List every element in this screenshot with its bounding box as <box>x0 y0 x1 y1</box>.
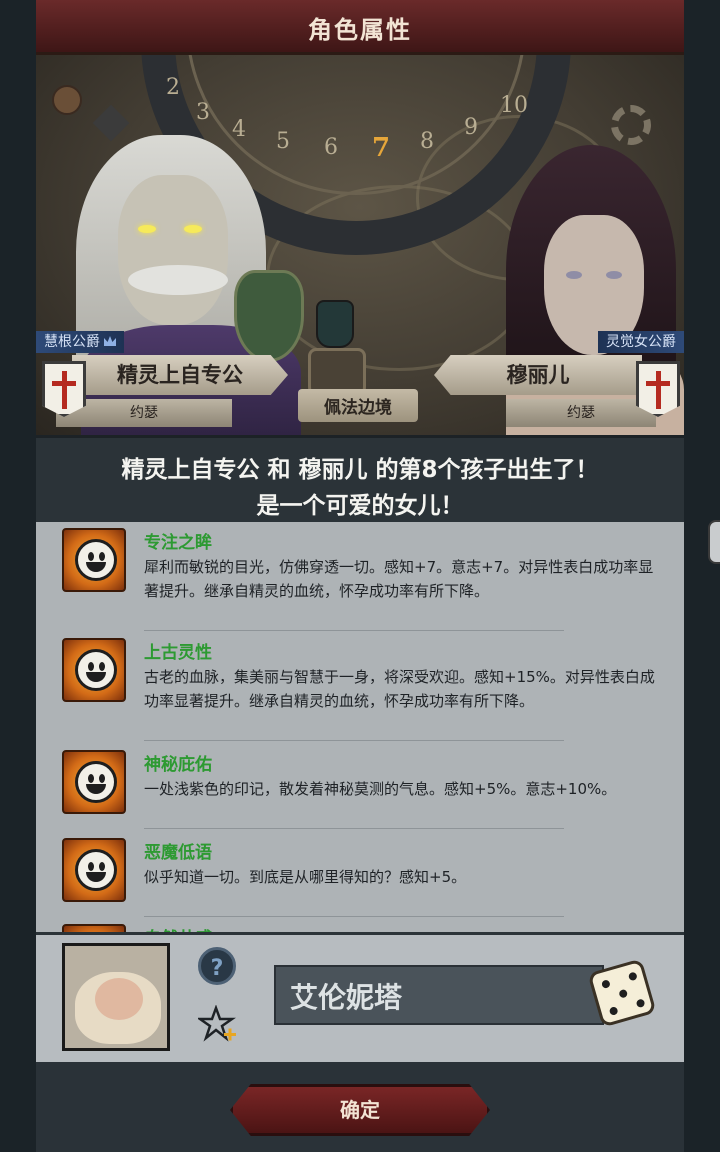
child-panel: ? <box>36 932 684 1063</box>
trait-icon <box>62 638 126 702</box>
mother-name: 穆丽儿 <box>506 363 570 387</box>
edge-tab[interactable] <box>708 520 720 564</box>
page-title: 角色属性 <box>308 16 412 44</box>
dial-number: 8 <box>420 129 434 154</box>
mother-title: 灵觉女公爵 <box>606 334 676 350</box>
trait-description: 犀利而敏锐的目光，仿佛穿透一切。感知+7。意志+7。对异性表白成功率显著提升。继… <box>144 558 654 600</box>
father-eye <box>184 225 202 233</box>
child-name-field[interactable] <box>274 965 604 1025</box>
child-portrait[interactable] <box>62 943 170 1051</box>
mother-title-tag: 灵觉女公爵 <box>598 331 684 353</box>
trait-description: 似乎知道一切。到底是从哪里得知的？感知+5。 <box>144 868 467 886</box>
dial-number: 3 <box>196 100 210 125</box>
trait-description: 一处浅紫色的印记，散发着神秘莫测的气息。感知+5%。意志+10%。 <box>144 780 617 798</box>
trait-name: 恶魔低语 <box>144 843 212 863</box>
dial-number: 10 <box>500 93 528 118</box>
gear-icon[interactable] <box>611 105 651 145</box>
region-name: 佩法边境 <box>298 389 418 422</box>
star-add-icon[interactable] <box>198 1005 238 1045</box>
divider <box>144 828 564 829</box>
father-name: 精灵上自专公 <box>117 363 243 387</box>
help-icon[interactable]: ? <box>198 947 236 985</box>
helm-icon <box>316 300 354 348</box>
dial-number: 4 <box>232 117 246 142</box>
cross-flag-icon <box>636 361 680 417</box>
smile-icon <box>75 649 117 691</box>
cross-flag-icon <box>42 361 86 417</box>
trait-icon <box>62 838 126 902</box>
trait-name: 神秘庇佑 <box>144 755 212 775</box>
dial-number: 5 <box>276 129 290 154</box>
baby-face <box>95 978 143 1020</box>
father-title: 慧根公爵 <box>44 334 100 350</box>
title-bar: 角色属性 <box>36 0 684 55</box>
character-window: 角色属性 2 3 4 5 6 7 8 9 10 慧根公爵 灵觉女公爵 精灵上自专… <box>36 0 684 1152</box>
announcement-line2: 是一个可爱的女儿！ <box>256 493 464 519</box>
birth-announcement: 精灵上自专公 和 穆丽儿 的第8个孩子出生了！ 是一个可爱的女儿！ <box>36 435 684 527</box>
child-name-input[interactable] <box>288 975 592 1017</box>
parents-scene: 2 3 4 5 6 7 8 9 10 慧根公爵 灵觉女公爵 精灵上自专公 穆丽儿… <box>36 55 684 435</box>
smile-icon <box>75 761 117 803</box>
mother-faith: 约瑟 <box>506 399 656 427</box>
father-name-banner[interactable]: 精灵上自专公 <box>72 355 288 395</box>
trait-icon <box>62 924 126 932</box>
mother-name-banner[interactable]: 穆丽儿 <box>434 355 642 395</box>
trait-name: 专注之眸 <box>144 533 212 553</box>
crown-icon <box>104 336 116 346</box>
mother-eye <box>606 271 622 279</box>
mother-eye <box>566 271 582 279</box>
region-emblem <box>294 300 374 412</box>
confirm-button[interactable]: 确定 <box>230 1084 490 1136</box>
map-marker-icon[interactable] <box>52 85 82 115</box>
father-face <box>118 175 228 325</box>
trait-name: 上古灵性 <box>144 643 212 663</box>
smile-icon <box>75 849 117 891</box>
trait-name: 自然共感 <box>144 924 212 932</box>
trait-list[interactable]: 专注之眸 犀利而敏锐的目光，仿佛穿透一切。感知+7。意志+7。对异性表白成功率显… <box>36 522 684 932</box>
map-badge-icon <box>92 104 130 142</box>
father-eye <box>138 225 156 233</box>
father-title-tag: 慧根公爵 <box>36 331 124 353</box>
dial-number: 2 <box>166 75 180 100</box>
divider <box>144 740 564 741</box>
father-mustache <box>128 265 228 295</box>
divider <box>144 630 564 631</box>
trait-icon <box>62 750 126 814</box>
divider <box>144 916 564 917</box>
trait-icon <box>62 528 126 592</box>
announcement-line1: 精灵上自专公 和 穆丽儿 的第8个孩子出生了！ <box>121 457 599 483</box>
left-margin <box>0 0 36 1152</box>
footer: 确定 <box>36 1062 684 1152</box>
right-margin <box>684 0 720 1152</box>
trait-description: 古老的血脉，集美丽与智慧于一身，将深受欢迎。感知+15%。对异性表白成功率显著提… <box>144 668 655 710</box>
dial-number-current: 7 <box>372 133 391 163</box>
smile-icon <box>75 539 117 581</box>
dial-number: 6 <box>324 135 338 160</box>
dial-number: 9 <box>464 115 478 140</box>
